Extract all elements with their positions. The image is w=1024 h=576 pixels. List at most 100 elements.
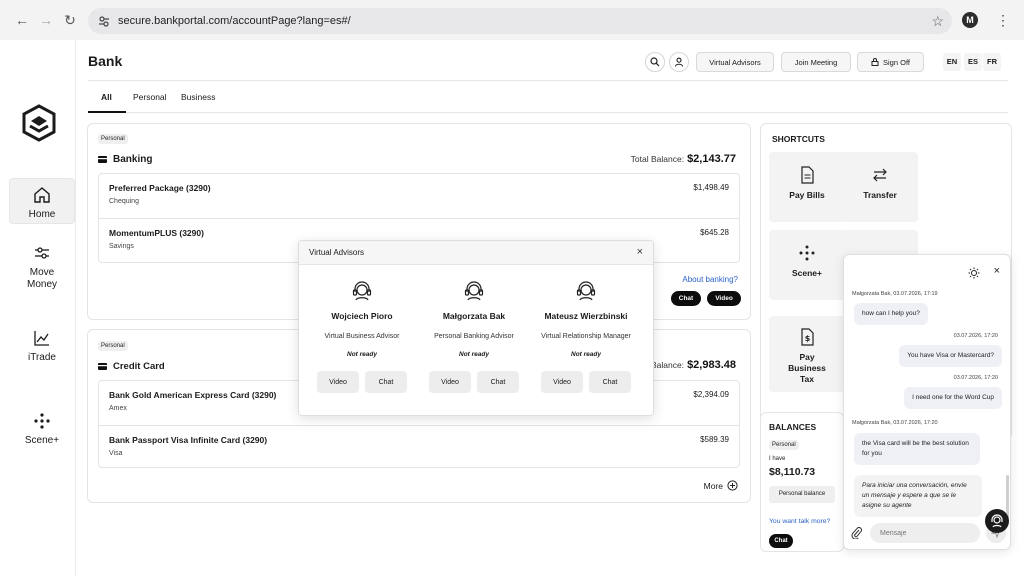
profile-button[interactable] xyxy=(669,52,689,72)
advisor-chat-button[interactable]: Chat xyxy=(589,371,631,393)
account-amount: $1,498.49 xyxy=(693,183,729,192)
sidebar-item-move-money[interactable]: Move Money xyxy=(9,243,75,293)
home-icon xyxy=(34,187,50,203)
account-name: Preferred Package (3290) xyxy=(109,183,211,193)
active-tab-indicator xyxy=(88,111,126,113)
shortcuts-title: SHORTCUTS xyxy=(772,134,825,144)
user-message: You have Visa or Mastercard? xyxy=(899,345,1002,367)
shortcut-pay-business-tax[interactable]: $ Pay Business Tax xyxy=(769,316,845,392)
forward-arrow-icon[interactable]: → xyxy=(38,12,54,28)
reload-icon[interactable]: ↻ xyxy=(62,12,78,28)
paperclip-icon[interactable] xyxy=(851,527,863,539)
sign-off-label: Sign Off xyxy=(883,57,910,67)
join-meeting-button[interactable]: Join Meeting xyxy=(781,52,851,72)
advisor-name: Wojciech Pioro xyxy=(331,311,393,321)
tabs-divider xyxy=(88,112,1008,113)
browser-toolbar: ← → ↻ secure.bankportal.com/accountPage?… xyxy=(0,0,1024,40)
credit-total: Balance: $2,983.48 xyxy=(651,359,736,371)
advisor-chat-button[interactable]: Chat xyxy=(477,371,519,393)
shortcut-label: Transfer xyxy=(863,190,897,200)
close-icon[interactable]: × xyxy=(637,246,643,258)
sidebar-item-itrade[interactable]: iTrade xyxy=(9,328,75,368)
total-value: $2,983.48 xyxy=(687,359,736,371)
sidebar-item-scene[interactable]: Scene+ xyxy=(9,411,75,451)
bank-logo-icon xyxy=(22,104,56,142)
tab-business[interactable]: Business xyxy=(181,92,216,102)
advisor-name: Małgorzata Bak xyxy=(442,311,506,321)
total-value: $2,143.77 xyxy=(687,153,736,165)
about-banking-link[interactable]: About banking? xyxy=(682,275,738,284)
personal-chip: Personal xyxy=(769,440,799,450)
account-name: MomentumPLUS (3290) xyxy=(109,228,204,238)
advisor-status: Not ready xyxy=(571,351,601,358)
shortcut-label: Pay Bills xyxy=(789,190,825,200)
user-icon xyxy=(674,57,684,67)
lang-es[interactable]: ES xyxy=(964,53,982,71)
talk-more-link[interactable]: You want talk more? xyxy=(769,518,830,525)
account-type: Savings xyxy=(109,243,134,250)
bookmark-star-icon[interactable]: ☆ xyxy=(931,13,944,30)
search-icon xyxy=(650,57,660,67)
sidebar-item-label: Home xyxy=(28,209,56,220)
tab-all[interactable]: All xyxy=(101,92,112,102)
url-text: secure.bankportal.com/accountPage?lang=e… xyxy=(118,15,351,27)
address-bar[interactable]: secure.bankportal.com/accountPage?lang=e… xyxy=(88,8,952,34)
balance-amount: $8,110.73 xyxy=(769,466,816,478)
advisor-video-button[interactable]: Video xyxy=(317,371,359,393)
back-arrow-icon[interactable]: ← xyxy=(14,12,30,28)
banking-title: Banking xyxy=(98,154,152,165)
personal-chip: Personal xyxy=(98,341,128,351)
chat-message-input[interactable] xyxy=(870,523,980,543)
sun-icon[interactable] xyxy=(968,267,980,279)
agent-message: the Visa card will be the best solution … xyxy=(854,433,980,465)
lang-fr[interactable]: FR xyxy=(983,53,1001,71)
message-meta: 03.07.2026, 17:20 xyxy=(953,375,998,381)
sign-off-button[interactable]: Sign Off xyxy=(857,52,924,72)
virtual-advisors-button[interactable]: Virtual Advisors xyxy=(696,52,774,72)
advisor-video-button[interactable]: Video xyxy=(541,371,583,393)
balances-card: BALANCES Personal I have $8,110.73 Perso… xyxy=(760,412,844,552)
account-amount: $2,394.09 xyxy=(693,390,729,399)
banking-title-text: Banking xyxy=(113,154,153,165)
shortcut-pay-bills[interactable]: Pay Bills xyxy=(769,152,845,222)
account-amount: $645.28 xyxy=(700,228,729,237)
header-divider xyxy=(88,80,1008,81)
shortcut-label: Scene+ xyxy=(791,268,822,278)
shortcut-scene[interactable]: Scene+ xyxy=(769,230,845,300)
message-meta: Małgorzata Bak, 03.07.2026, 17:19 xyxy=(852,291,938,297)
browser-menu-icon[interactable]: ⋮ xyxy=(996,12,1010,28)
advisor-chat-button[interactable]: Chat xyxy=(365,371,407,393)
personal-balance-button[interactable]: Personal balance xyxy=(769,486,835,503)
more-button[interactable]: More xyxy=(704,480,738,491)
sidebar-item-home[interactable]: Home xyxy=(9,178,75,224)
credit-title-text: Credit Card xyxy=(113,361,165,372)
balances-chat-button[interactable]: Chat xyxy=(769,534,793,548)
account-amount: $589.39 xyxy=(700,435,729,444)
advisor-card: Wojciech Pioro Virtual Business Advisor … xyxy=(306,279,418,393)
credit-title: Credit Card xyxy=(98,361,165,372)
site-info-icon[interactable] xyxy=(98,15,110,27)
search-button[interactable] xyxy=(645,52,665,72)
agent-message: how can I help you? xyxy=(854,303,928,325)
chat-close-icon[interactable]: × xyxy=(994,265,1000,277)
chat-widget: × Małgorzata Bak, 03.07.2026, 17:19 how … xyxy=(843,254,1011,550)
banking-total: Total Balance: $2,143.77 xyxy=(631,153,736,165)
banking-chat-button[interactable]: Chat xyxy=(671,291,701,306)
transfer-arrows-icon xyxy=(873,168,887,182)
plus-circle-icon xyxy=(727,480,738,491)
lang-en[interactable]: EN xyxy=(943,53,961,71)
account-row[interactable]: Bank Passport Visa Infinite Card (3290) … xyxy=(99,425,739,469)
chat-launcher-button[interactable] xyxy=(985,509,1009,533)
profile-avatar[interactable]: M xyxy=(962,12,978,28)
dollar-document-icon: $ xyxy=(801,328,814,346)
headset-icon xyxy=(464,281,484,301)
tab-personal[interactable]: Personal xyxy=(133,92,167,102)
banking-video-button[interactable]: Video xyxy=(707,291,741,306)
bank-page: Home Move Money iTrade Scene+ Bank Virtu… xyxy=(0,40,1024,576)
account-row[interactable]: Preferred Package (3290) Chequing $1,498… xyxy=(99,174,739,218)
sidebar-item-label: Scene+ xyxy=(24,435,60,446)
advisor-video-button[interactable]: Video xyxy=(429,371,471,393)
advisor-status: Not ready xyxy=(459,351,489,358)
shortcut-transfer[interactable]: Transfer xyxy=(842,152,918,222)
account-name: Bank Gold American Express Card (3290) xyxy=(109,390,277,400)
